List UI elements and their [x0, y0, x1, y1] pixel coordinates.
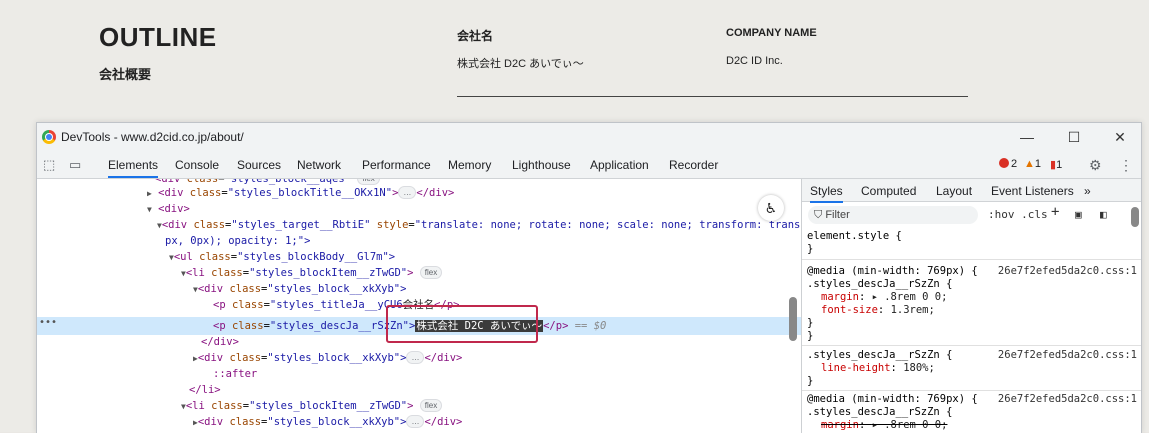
tab-lighthouse[interactable]: Lighthouse	[512, 158, 571, 172]
filter-icon: ⛉	[814, 209, 823, 221]
highlight-box	[386, 305, 538, 343]
rule-separator	[802, 259, 1141, 260]
tab-elements[interactable]: Elements	[108, 158, 159, 178]
hov-cls-toggles[interactable]: :hov .cls	[988, 208, 1048, 221]
accessibility-icon[interactable]: ♿	[758, 195, 784, 221]
dom-line-li2[interactable]: ▼<li class="styles_blockItem__zTwGD"> fl…	[181, 398, 443, 414]
tab-event-listeners[interactable]: Event Listeners	[991, 184, 1074, 198]
dom-line-close-div[interactable]: </div>	[201, 334, 239, 350]
tab-sources[interactable]: Sources	[237, 158, 281, 172]
styles-pane: Styles Computed Layout Event Listeners »…	[802, 179, 1141, 433]
dom-line-close-li[interactable]: </li>	[189, 382, 221, 398]
settings-gear-icon[interactable]: ⚙	[1089, 157, 1102, 174]
dom-line-block[interactable]: ▼<div class="styles_block__xkXyb">	[193, 281, 406, 297]
rule-source-link[interactable]: 26e7f2efed5da2c0.css:1	[998, 349, 1137, 361]
tab-application[interactable]: Application	[590, 158, 649, 172]
tab-recorder[interactable]: Recorder	[669, 158, 718, 172]
company-label-en: COMPANY NAME	[726, 27, 817, 39]
devtools-window: DevTools - www.d2cid.co.jp/about/ — ☐ ✕ …	[36, 122, 1142, 433]
error-icon	[999, 158, 1009, 168]
elements-scrollbar[interactable]	[789, 297, 797, 341]
filter-row: ⛉ Filter :hov .cls + ▣ ◧	[802, 202, 1141, 228]
add-rule-icon[interactable]: +	[1051, 204, 1059, 220]
devtools-toolbar: ⬚ ▭ Elements Console Sources Network Per…	[37, 151, 1141, 179]
tab-layout[interactable]: Layout	[936, 184, 972, 198]
styles-scrollbar[interactable]	[1131, 207, 1139, 227]
outline-title: OUTLINE	[99, 22, 217, 52]
dom-line-blocktitle[interactable]: ▶ <div class="styles_blockTitle__OKx1N">…	[147, 185, 454, 201]
device-toolbar-icon[interactable]: ▭	[69, 157, 81, 173]
dom-line-div[interactable]: ▼ <div>	[147, 201, 190, 217]
outline-subtitle: 会社概要	[99, 67, 152, 82]
dom-line-block2[interactable]: ▶<div class="styles_block__xkXyb">… </div…	[193, 350, 462, 366]
devtools-titlebar: DevTools - www.d2cid.co.jp/about/ — ☐ ✕	[37, 123, 1141, 151]
company-value-jp: 株式会社 D2C あいでぃ〜	[457, 58, 584, 70]
dom-line-target-cont: px, 0px); opacity: 1;">	[165, 235, 311, 247]
dom-line-after[interactable]: ::after	[213, 366, 257, 382]
dom-line-block3[interactable]: ▶<div class="styles_block__xkXyb">… </div…	[193, 414, 462, 430]
tab-network[interactable]: Network	[297, 158, 341, 172]
rule-media-2: @media (min-width: 769px) { .styles_desc…	[807, 393, 978, 431]
rule-separator	[802, 390, 1141, 391]
tab-console[interactable]: Console	[175, 158, 219, 172]
tab-performance[interactable]: Performance	[362, 158, 431, 172]
rule-source-link[interactable]: 26e7f2efed5da2c0.css:1	[998, 393, 1137, 405]
company-label-jp: 会社名	[457, 29, 494, 43]
row-ellipsis-icon[interactable]: •••	[39, 317, 57, 328]
dom-line-ul[interactable]: ▼<ul class="styles_blockBody__Gl7m">	[169, 249, 395, 265]
issues-count[interactable]: ▮1	[1050, 158, 1062, 171]
styles-tabbar: Styles Computed Layout Event Listeners »	[802, 179, 1141, 203]
toggle-sidebar-icon[interactable]: ◧	[1100, 208, 1107, 221]
tab-styles[interactable]: Styles	[810, 184, 843, 203]
warning-count[interactable]: ▲1	[1024, 158, 1041, 170]
tab-computed[interactable]: Computed	[861, 184, 916, 198]
rule-media-1: @media (min-width: 769px) { .styles_desc…	[807, 265, 978, 342]
inspect-element-icon[interactable]: ⬚	[43, 157, 55, 173]
divider-line	[457, 96, 968, 97]
toggle-element-state-icon[interactable]: ▣	[1075, 208, 1082, 221]
styles-filter-input[interactable]: ⛉ Filter	[808, 206, 978, 224]
dom-line-target[interactable]: ▼<div class="styles_target__RbtiE" style…	[157, 217, 801, 233]
more-tabs-icon[interactable]: »	[1084, 184, 1091, 198]
window-title: DevTools - www.d2cid.co.jp/about/	[61, 130, 244, 144]
elements-panel: <div class="styles_block__aqes" flex ▶ <…	[37, 179, 801, 433]
company-value-en: D2C ID Inc.	[726, 55, 783, 67]
more-options-icon[interactable]: ⋮	[1119, 157, 1133, 174]
warning-icon: ▲	[1024, 158, 1035, 170]
chrome-icon	[42, 130, 56, 144]
close-button[interactable]: ✕	[1110, 127, 1130, 147]
rule-desc: .styles_descJa__rSzZn { line-height: 180…	[807, 349, 953, 387]
minimize-button[interactable]: —	[1017, 127, 1037, 147]
rule-element-style: element.style { }	[807, 230, 902, 255]
rule-separator	[802, 345, 1141, 346]
tab-memory[interactable]: Memory	[448, 158, 491, 172]
maximize-button[interactable]: ☐	[1064, 127, 1084, 147]
rule-source-link[interactable]: 26e7f2efed5da2c0.css:1	[998, 265, 1137, 277]
dom-line-li[interactable]: ▼<li class="styles_blockItem__zTwGD"> fl…	[181, 265, 443, 281]
error-count[interactable]: 2	[999, 158, 1017, 170]
